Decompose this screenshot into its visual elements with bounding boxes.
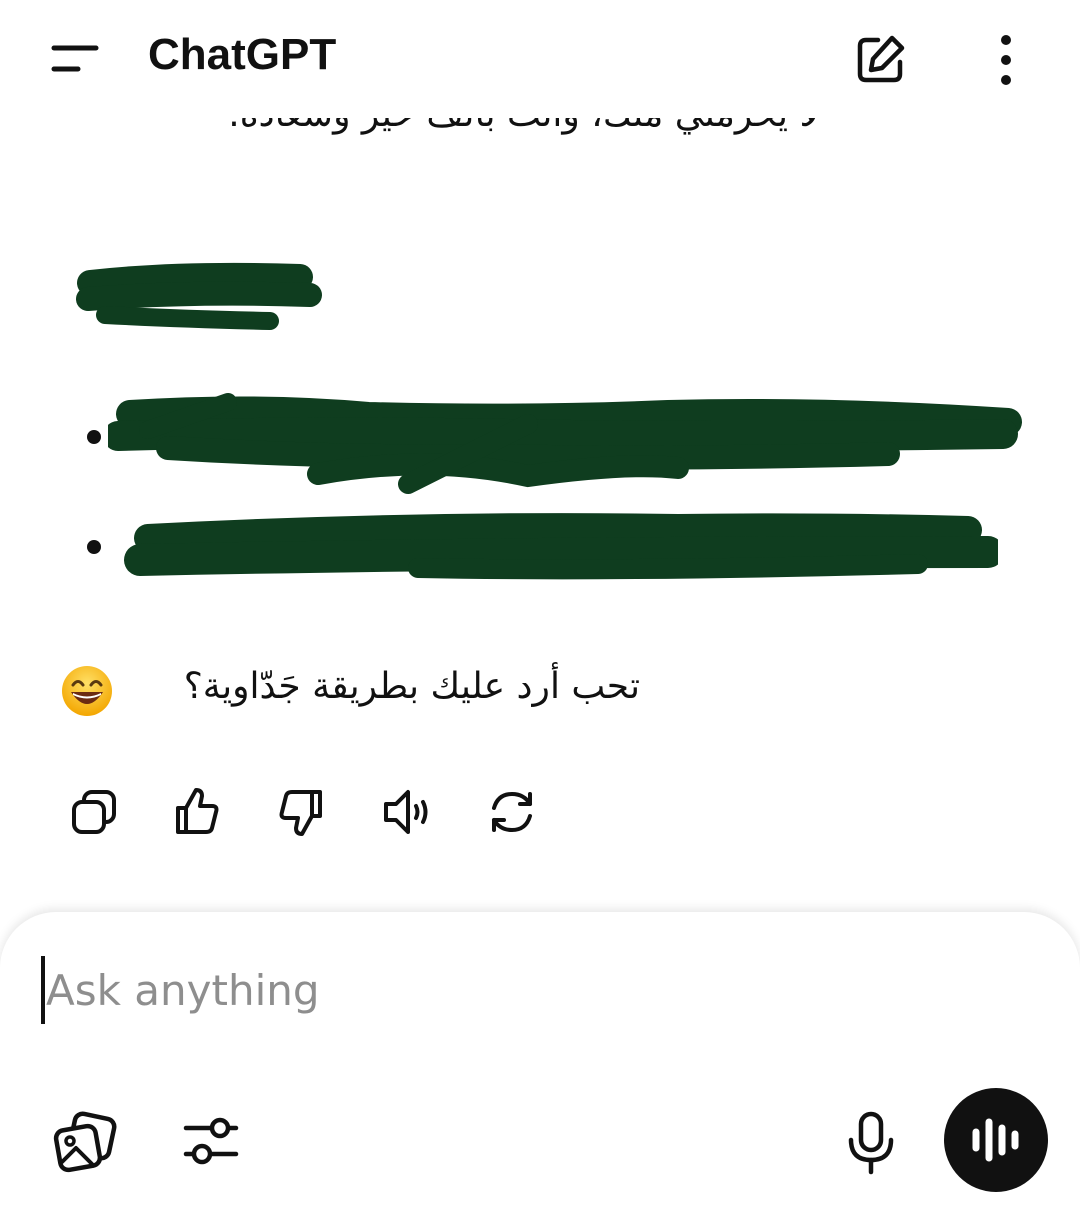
bullet-dot	[87, 540, 101, 554]
top-app-bar: ChatGPT	[0, 0, 1080, 118]
text-cursor	[41, 956, 45, 1024]
redacted-heading: :ة	[76, 262, 322, 330]
menu-icon[interactable]	[48, 40, 100, 76]
thumbs-down-icon[interactable]	[274, 784, 330, 840]
image-attach-icon[interactable]	[52, 1110, 118, 1176]
ask-input[interactable]	[40, 950, 1036, 1030]
more-vertical-icon[interactable]	[990, 32, 1022, 88]
voice-mode-icon[interactable]	[944, 1088, 1048, 1192]
app-title[interactable]: ChatGPT	[148, 30, 336, 80]
redacted-bullet-text	[108, 393, 1022, 494]
message-closing-question: تحب أرد عليك بطريقة جَدّاوية؟	[60, 660, 660, 724]
copy-icon[interactable]	[68, 784, 124, 840]
microphone-icon[interactable]	[842, 1110, 900, 1176]
edit-icon[interactable]	[852, 32, 908, 88]
bullet-dot	[87, 430, 101, 444]
redacted-bullet-text	[124, 513, 998, 580]
message-partial-text: لا يحرمني منك، وأنت بألف خير وسعادة.	[228, 118, 820, 135]
message-partial-line: لا يحرمني منك، وأنت بألف خير وسعادة.	[60, 118, 820, 162]
sliders-icon[interactable]	[180, 1110, 242, 1172]
refresh-icon[interactable]	[484, 784, 540, 840]
thumbs-up-icon[interactable]	[168, 784, 224, 840]
message-actions	[60, 784, 560, 840]
speaker-icon[interactable]	[380, 784, 436, 840]
closing-question-text: تحب أرد عليك بطريقة جَدّاوية؟	[183, 666, 640, 707]
grinning-face-emoji-icon	[62, 666, 112, 716]
composer-panel	[0, 912, 1080, 1212]
